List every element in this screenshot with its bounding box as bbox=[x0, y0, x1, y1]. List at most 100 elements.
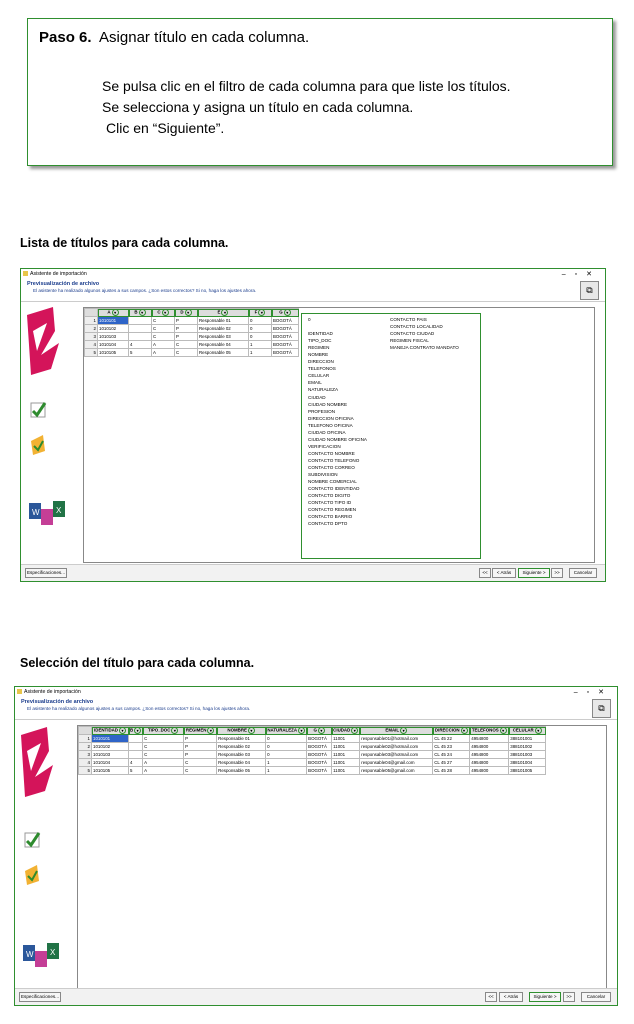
column-filter-icon[interactable]: ▾ bbox=[351, 727, 359, 734]
dropdown-item[interactable]: TELEFONOS bbox=[304, 365, 384, 372]
table-cell[interactable]: BOGOTÁ bbox=[306, 758, 333, 767]
table-cell[interactable]: 1010104 bbox=[91, 758, 129, 767]
table-cell[interactable]: 5 bbox=[128, 348, 152, 357]
column-filter-icon[interactable]: ▾ bbox=[247, 727, 255, 734]
table-cell[interactable]: 1010101 bbox=[97, 316, 129, 325]
title-dropdown-list[interactable]: 0 IDENTIDAD TIPO_DOC REGIMEN NOMBRE DIRECCION… bbox=[301, 313, 481, 559]
table-cell[interactable]: 388101003 bbox=[508, 750, 547, 759]
dropdown-item[interactable]: CONTACTO BARRIO bbox=[304, 513, 384, 520]
specifications-button[interactable]: Especificaciones... bbox=[19, 992, 61, 1002]
preview-grid[interactable]: IDENTIDAD ▾ B ▾ TIPO_DOC ▾ REGIMEN ▾ NOMBRE ▾ NATU… bbox=[77, 725, 607, 989]
table-cell[interactable] bbox=[127, 750, 144, 759]
column-header[interactable]: F ▾ bbox=[248, 308, 272, 317]
table-cell[interactable]: C bbox=[142, 742, 185, 751]
column-filter-icon[interactable]: ▾ bbox=[111, 309, 119, 316]
table-cell[interactable]: Responsable 04 bbox=[216, 758, 267, 767]
dropdown-item[interactable]: DIRECCION bbox=[304, 358, 384, 365]
column-header[interactable]: B ▾ bbox=[128, 308, 152, 317]
table-cell[interactable]: Responsable 04 bbox=[197, 340, 249, 349]
table-cell[interactable]: C bbox=[183, 758, 218, 767]
table-cell[interactable]: Responsable 02 bbox=[216, 742, 267, 751]
table-cell[interactable]: BOGOTÁ bbox=[271, 340, 299, 349]
table-cell[interactable]: 4 bbox=[127, 758, 144, 767]
dropdown-item[interactable]: CONTACTO PAIS bbox=[386, 316, 480, 323]
back-button[interactable]: < Atrás bbox=[492, 568, 516, 578]
table-cell[interactable]: 1 bbox=[248, 348, 272, 357]
dropdown-item[interactable]: SUBDIVISION bbox=[304, 471, 384, 478]
dropdown-item[interactable]: NOMBRE COMERCIAL bbox=[304, 478, 384, 485]
dropdown-item[interactable] bbox=[304, 323, 384, 330]
table-cell[interactable]: 0 bbox=[248, 332, 272, 341]
table-cell[interactable]: 4954800 bbox=[469, 766, 510, 775]
table-cell[interactable] bbox=[127, 734, 144, 743]
dropdown-item[interactable]: CONTACTO REGIMEN bbox=[304, 506, 384, 513]
corner-cell[interactable] bbox=[78, 726, 92, 735]
table-cell[interactable]: 1 bbox=[265, 766, 308, 775]
dropdown-item[interactable]: CONTACTO DIGITO bbox=[304, 492, 384, 499]
table-cell[interactable]: BOGOTÁ bbox=[271, 316, 299, 325]
back-button[interactable]: < Atrás bbox=[499, 992, 523, 1002]
column-filter-icon[interactable]: ▾ bbox=[400, 727, 408, 734]
column-filter-icon[interactable]: ▾ bbox=[258, 309, 266, 316]
dropdown-item[interactable]: CIUDAD NOMBRE bbox=[304, 401, 384, 408]
table-cell[interactable]: 388101001 bbox=[508, 734, 547, 743]
table-row[interactable]: 1 1010101 C P Responsable 01 0 BOGOTÁ bbox=[84, 316, 299, 325]
table-cell[interactable]: 5 bbox=[127, 766, 144, 775]
table-cell[interactable]: 1 bbox=[265, 758, 308, 767]
table-cell[interactable]: C bbox=[142, 750, 185, 759]
next-button[interactable]: Siguiente > bbox=[518, 568, 550, 578]
column-filter-icon[interactable]: ▾ bbox=[161, 309, 169, 316]
column-filter-icon[interactable]: ▾ bbox=[184, 309, 192, 316]
table-cell[interactable]: 0 bbox=[248, 316, 272, 325]
table-cell[interactable]: C bbox=[151, 324, 175, 333]
dropdown-item[interactable]: IDENTIDAD bbox=[304, 330, 384, 337]
table-cell[interactable] bbox=[128, 316, 152, 325]
table-cell[interactable]: 4954800 bbox=[469, 734, 510, 743]
table-cell[interactable]: 11001 bbox=[331, 758, 361, 767]
dropdown-item[interactable]: CONTACTO IDENTIDAD bbox=[304, 485, 384, 492]
column-filter-icon[interactable]: ▾ bbox=[534, 727, 542, 734]
table-cell[interactable]: 1010101 bbox=[91, 734, 129, 743]
column-header[interactable]: REGIMEN ▾ bbox=[183, 726, 218, 735]
dropdown-item[interactable]: NOMBRE bbox=[304, 351, 384, 358]
table-cell[interactable]: P bbox=[183, 742, 218, 751]
column-header[interactable]: CIUDAD ▾ bbox=[331, 726, 361, 735]
table-cell[interactable]: C bbox=[151, 332, 175, 341]
table-cell[interactable]: CL 45 27 bbox=[432, 758, 471, 767]
table-row[interactable]: 2 1010102 C P Responsable 02 0 BOGOTÁ 11001 resp… bbox=[78, 742, 547, 751]
dropdown-item[interactable]: VERIFICACION bbox=[304, 443, 384, 450]
table-cell[interactable]: 388101005 bbox=[508, 766, 547, 775]
table-cell[interactable]: P bbox=[183, 750, 218, 759]
column-filter-icon[interactable]: ▾ bbox=[283, 309, 291, 316]
dropdown-item[interactable]: PROFESION bbox=[304, 408, 384, 415]
table-cell[interactable]: BOGOTÁ bbox=[306, 742, 333, 751]
table-cell[interactable]: Responsable 03 bbox=[216, 750, 267, 759]
table-cell[interactable]: 4954800 bbox=[469, 750, 510, 759]
table-cell[interactable]: 388101004 bbox=[508, 758, 547, 767]
column-header[interactable]: C ▾ bbox=[151, 308, 175, 317]
dropdown-item[interactable]: CONTACTO LOCALIDAD bbox=[386, 323, 480, 330]
column-filter-icon[interactable]: ▾ bbox=[138, 309, 146, 316]
table-cell[interactable]: 4954800 bbox=[469, 742, 510, 751]
table-cell[interactable]: C bbox=[142, 734, 185, 743]
table-cell[interactable]: 1010102 bbox=[91, 742, 129, 751]
first-button[interactable]: << bbox=[485, 992, 497, 1002]
column-filter-icon[interactable]: ▾ bbox=[118, 727, 126, 734]
last-button[interactable]: >> bbox=[551, 568, 563, 578]
dropdown-item[interactable]: REGIMEN FISCAL bbox=[386, 337, 480, 344]
first-button[interactable]: << bbox=[479, 568, 491, 578]
table-cell[interactable]: Responsable 05 bbox=[216, 766, 267, 775]
table-row[interactable]: 4 1010104 4 A C Responsable 04 1 BOGOTÁ bbox=[84, 340, 299, 349]
table-cell[interactable]: BOGOTÁ bbox=[271, 348, 299, 357]
table-cell[interactable]: responsable02@hotmail.com bbox=[359, 742, 434, 751]
table-cell[interactable]: 388101002 bbox=[508, 742, 547, 751]
dropdown-item[interactable]: EMAIL bbox=[304, 379, 384, 386]
dropdown-item[interactable]: TELEFONO OFICINA bbox=[304, 422, 384, 429]
dropdown-item[interactable]: CIUDAD bbox=[304, 394, 384, 401]
column-header[interactable]: TELEFONOS ▾ bbox=[469, 726, 510, 735]
column-filter-icon[interactable]: ▾ bbox=[134, 727, 142, 734]
table-cell[interactable]: P bbox=[174, 316, 198, 325]
table-cell[interactable]: P bbox=[174, 324, 198, 333]
dropdown-item[interactable]: CONTACTO TELEFONO bbox=[304, 457, 384, 464]
table-cell[interactable]: C bbox=[151, 316, 175, 325]
